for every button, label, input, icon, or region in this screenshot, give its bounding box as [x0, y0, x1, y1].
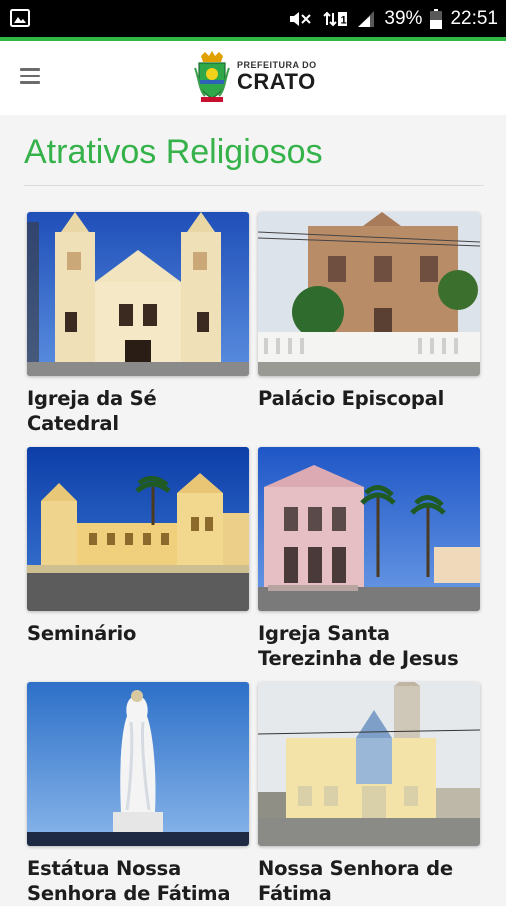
attraction-photo-seminary[interactable]	[27, 447, 249, 611]
attraction-card[interactable]: Nossa Senhora de Fátima	[258, 682, 480, 906]
signal-icon	[358, 10, 375, 27]
attraction-card[interactable]: Seminário	[27, 447, 249, 646]
attraction-photo-santa-terezinha[interactable]	[258, 447, 480, 611]
attraction-card[interactable]: Estátua Nossa Senhora de Fátima	[27, 682, 249, 906]
attraction-card[interactable]: Igreja Santa Terezinha de Jesus	[258, 447, 480, 671]
crest-icon	[194, 51, 230, 102]
data-transfer-icon: 1	[323, 11, 348, 26]
battery-percent: 39%	[384, 7, 423, 29]
svg-text:1: 1	[341, 14, 347, 26]
attraction-card[interactable]: Igreja da Sé Catedral	[27, 212, 249, 436]
title-divider	[24, 185, 484, 186]
attraction-photo-fatima-church[interactable]	[258, 682, 480, 846]
attraction-name: Seminário	[27, 622, 137, 645]
logo-crato-text: CRATO	[237, 69, 316, 94]
gallery-notification-icon	[10, 9, 30, 27]
clock: 22:51	[450, 7, 498, 29]
attraction-name: Igreja da Sé Catedral	[27, 387, 157, 435]
mute-icon	[290, 11, 312, 26]
status-bar: 1 39% 22:51	[0, 0, 506, 37]
attraction-name: Nossa Senhora de Fátima	[258, 857, 453, 905]
battery-icon	[430, 8, 443, 29]
attraction-name: Palácio Episcopal	[258, 387, 445, 410]
attraction-name: Igreja Santa Terezinha de Jesus	[258, 622, 459, 670]
attraction-photo-statue[interactable]	[27, 682, 249, 846]
attraction-name: Estátua Nossa Senhora de Fátima	[27, 857, 231, 905]
content-area: Atrativos Religiosos Igreja da Sé Catedr…	[0, 115, 506, 905]
page-title: Atrativos Religiosos	[24, 133, 323, 171]
app-bar: PREFEITURA DO CRATO	[0, 41, 506, 115]
attraction-photo-palace[interactable]	[258, 212, 480, 376]
menu-icon[interactable]	[20, 68, 40, 84]
prefeitura-logo: PREFEITURA DO CRATO	[193, 50, 317, 104]
attraction-card[interactable]: Palácio Episcopal	[258, 212, 480, 411]
attraction-photo-cathedral[interactable]	[27, 212, 249, 376]
